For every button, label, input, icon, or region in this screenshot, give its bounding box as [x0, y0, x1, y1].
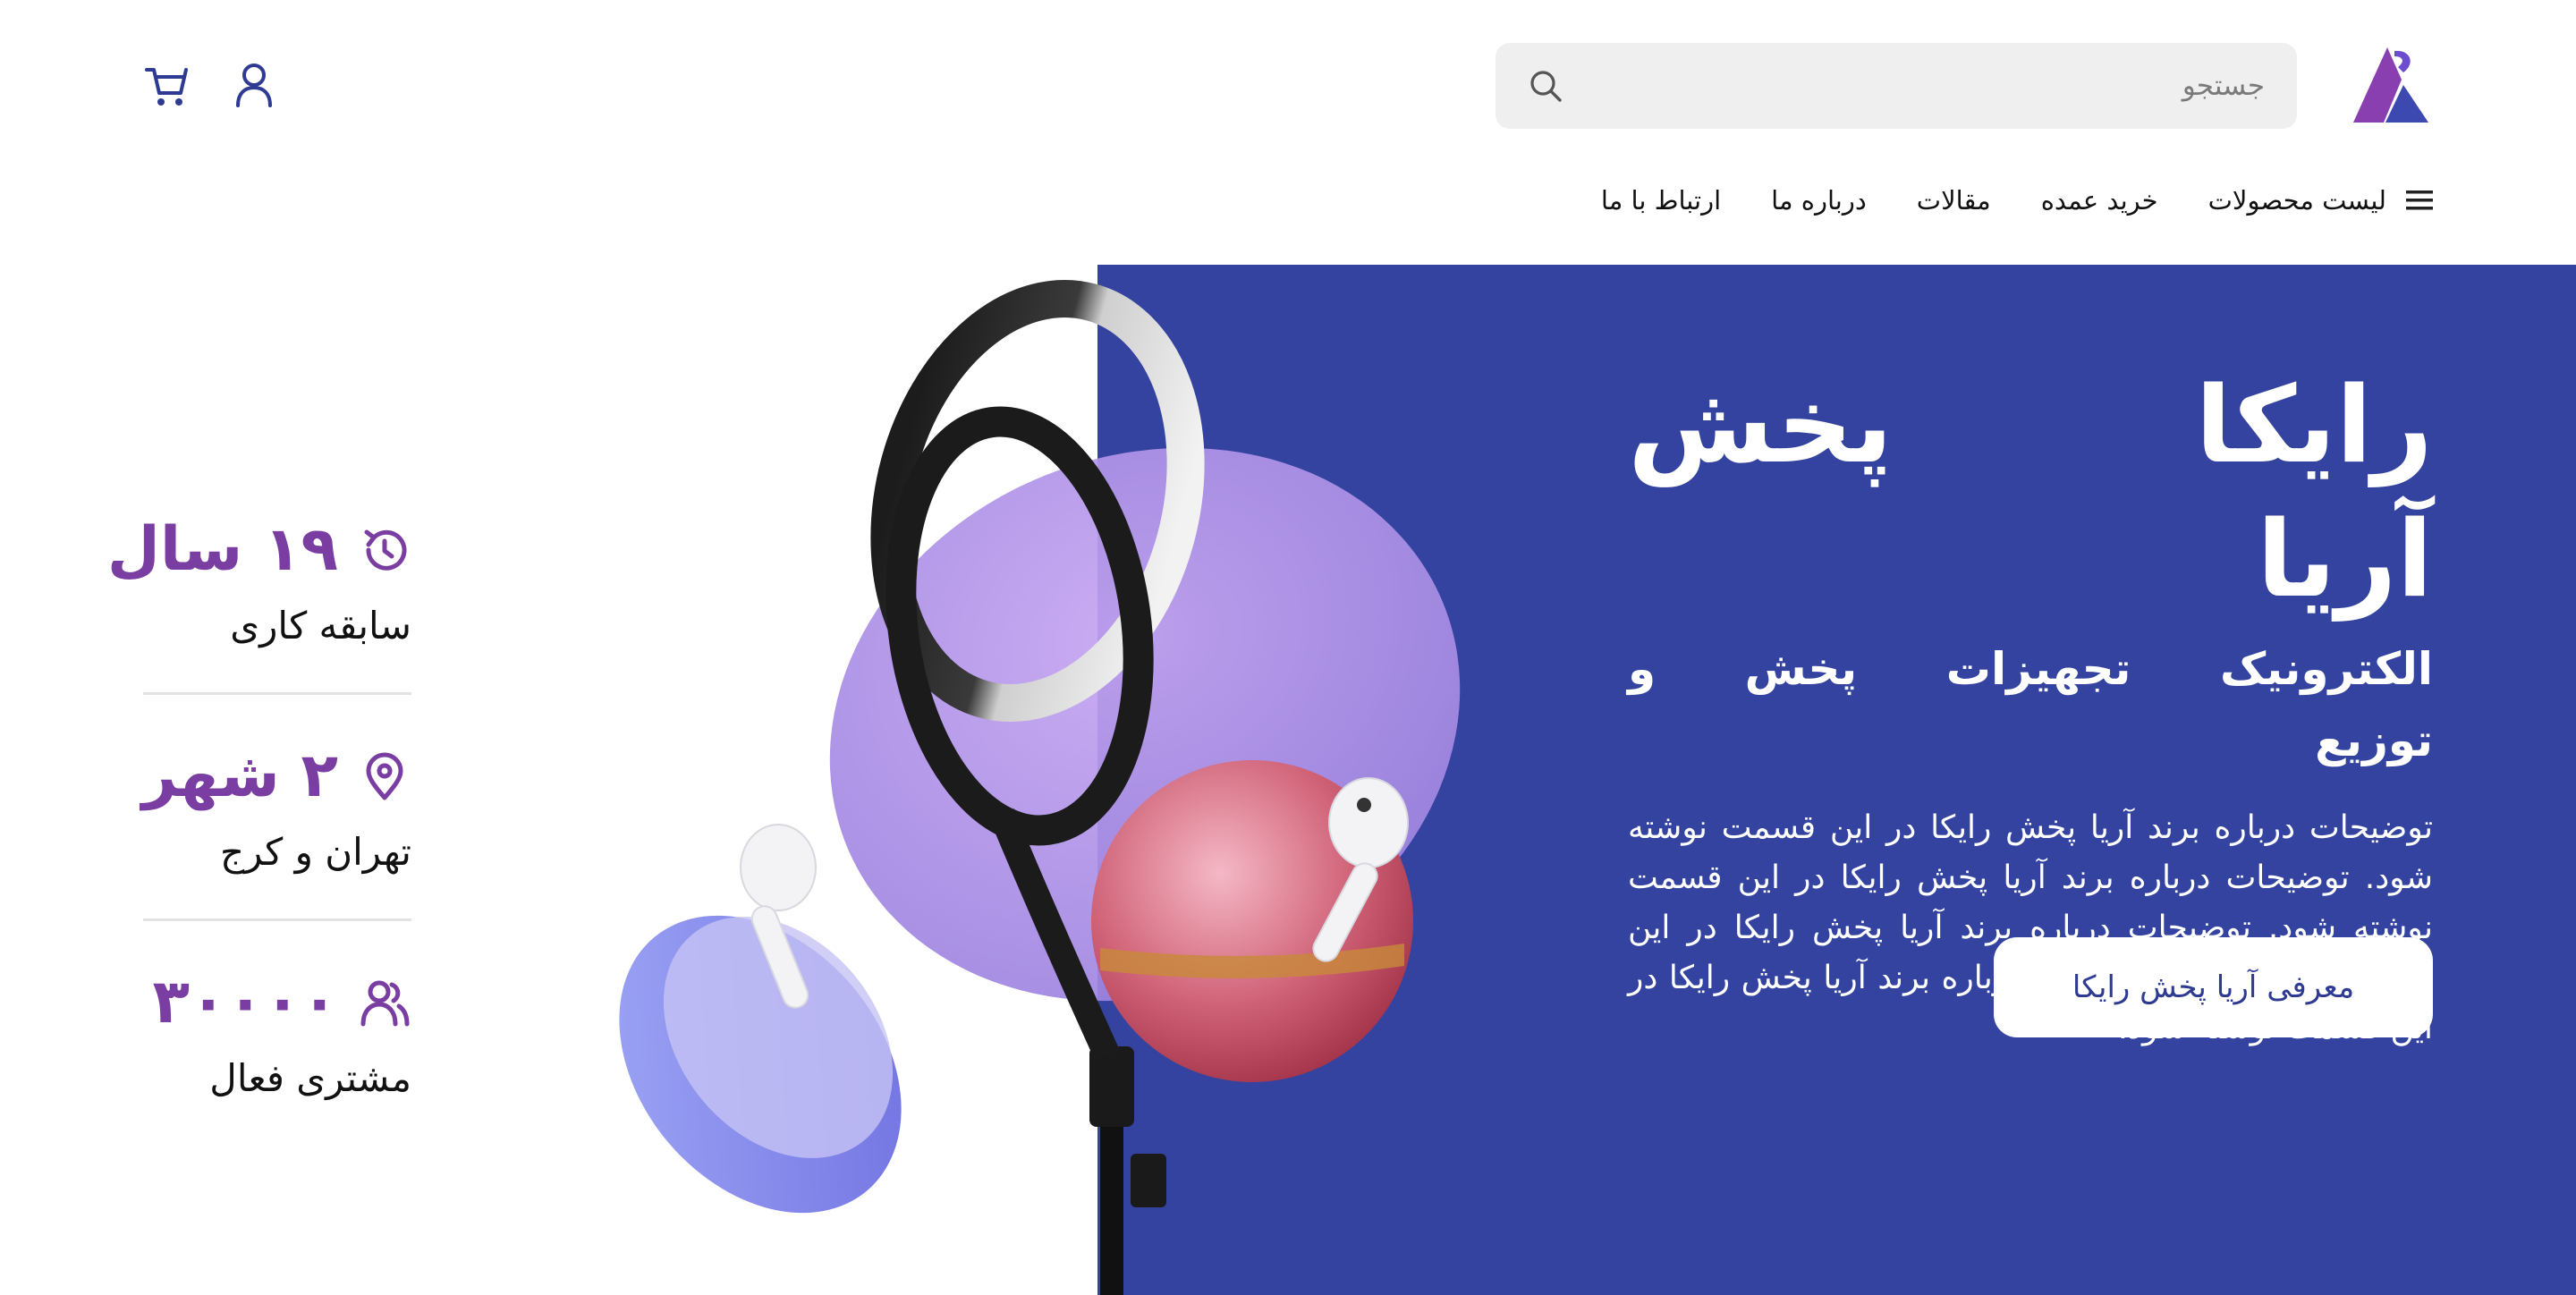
- hamburger-menu-icon[interactable]: [2406, 189, 2433, 212]
- stat-customers: ۳۰۰۰۰ مشتری فعال: [143, 962, 411, 1107]
- divider: [143, 692, 411, 695]
- search-bar[interactable]: [1496, 43, 2297, 129]
- brand-logo[interactable]: [2348, 40, 2432, 130]
- hero-title: رایکا پخش آریا: [1628, 363, 2433, 621]
- location-pin-icon: [366, 752, 403, 800]
- stat-value: ۲ شهر: [141, 741, 338, 811]
- stat-label: تهران و کرج: [220, 830, 411, 874]
- nav-item-contact[interactable]: ارتباط با ما: [1601, 185, 1721, 216]
- search-input[interactable]: [1581, 43, 2265, 129]
- stat-value: ۳۰۰۰۰: [152, 967, 338, 1037]
- stat-cities: ۲ شهر تهران و کرج: [141, 736, 411, 881]
- search-icon[interactable]: [1528, 68, 1563, 104]
- divider: [143, 918, 411, 921]
- nav-item-products[interactable]: لیست محصولات: [2208, 185, 2386, 216]
- user-icon[interactable]: [231, 61, 277, 109]
- hero-product-image: [619, 280, 1461, 1295]
- nav-item-articles[interactable]: مقالات: [1917, 185, 1991, 216]
- users-icon: [360, 980, 410, 1027]
- about-brand-button[interactable]: معرفی آریا پخش رایکا: [1994, 937, 2433, 1037]
- nav-item-wholesale[interactable]: خرید عمده: [2041, 185, 2158, 216]
- stat-value: ۱۹ سال: [106, 514, 338, 585]
- stats-panel: ۱۹ سال سابقه کاری ۲ شهر تهران و کرج ۳۰۰۰…: [107, 510, 411, 1107]
- hero-subtitle: الکترونیک تجهیزات پخش و توزیع: [1628, 643, 2433, 766]
- main-nav: لیست محصولات خرید عمده مقالات درباره ما …: [1601, 179, 2433, 222]
- cart-icon[interactable]: [143, 61, 190, 109]
- history-icon: [364, 529, 407, 571]
- nav-item-about[interactable]: درباره ما: [1771, 185, 1867, 216]
- stat-experience: ۱۹ سال سابقه کاری: [107, 510, 411, 655]
- stat-label: سابقه کاری: [230, 604, 411, 648]
- stat-label: مشتری فعال: [209, 1056, 411, 1100]
